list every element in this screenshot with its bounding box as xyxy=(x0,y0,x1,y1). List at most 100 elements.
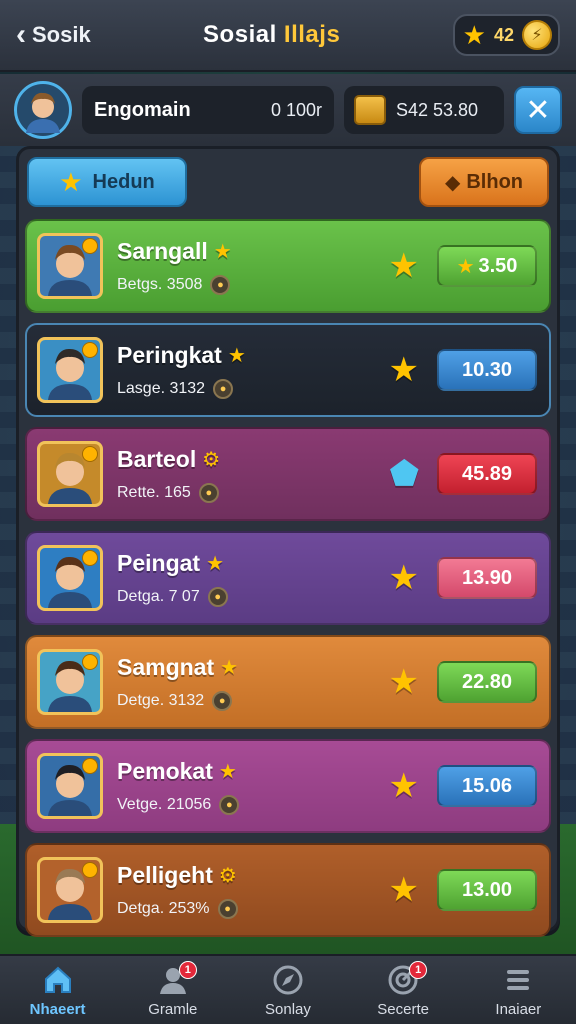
player-name: Barteol xyxy=(117,445,197,472)
gem-icon: ⬟ xyxy=(389,455,419,493)
row-value-button[interactable]: 10.30 xyxy=(437,349,537,391)
player-name: Peingat xyxy=(117,549,201,576)
player-stat: Vetge. 21056 xyxy=(117,795,212,813)
chevron-left-icon: ‹ xyxy=(16,18,26,51)
chest-value: S42 53.80 xyxy=(396,99,479,120)
rank-badge-icon xyxy=(82,342,98,358)
player-name-box: Engomain 0 100r xyxy=(82,86,334,134)
player-avatar xyxy=(37,649,103,715)
star-icon: ★ xyxy=(388,871,419,909)
rank-badge-icon xyxy=(82,238,98,254)
player-name: Samgnat xyxy=(117,653,215,680)
row-value: 10.30 xyxy=(461,358,513,381)
row-value-button[interactable]: 13.00 xyxy=(437,869,537,911)
leaderboard-row[interactable]: Pemokat ★ Vetge. 21056 ● ★ 15.06 xyxy=(25,739,551,833)
leaderboard-row[interactable]: Barteol ⚙ Rette. 165 ● ⬟ 45.89 xyxy=(25,427,551,521)
row-subline: Detge. 3132 ● xyxy=(117,690,389,711)
page-title: Sosial Illajs xyxy=(203,21,340,49)
filter-right-label: Blhon xyxy=(466,170,524,193)
player-points: 0 100r xyxy=(270,99,322,120)
back-button[interactable]: ‹ Sosik xyxy=(16,20,91,50)
notification-badge: 1 xyxy=(178,960,197,979)
filter-left-button[interactable]: ★ Hedun xyxy=(27,157,187,207)
nav-label: Nhaeert xyxy=(29,1000,86,1018)
avatar[interactable] xyxy=(14,81,72,139)
rank-badge-icon xyxy=(82,862,98,878)
leaderboard-row[interactable]: Peingat ★ Detga. 7 07 ● ★ 13.90 xyxy=(25,531,551,625)
coin-small-icon: ● xyxy=(217,898,238,919)
player-stat: Rette. 165 xyxy=(117,483,191,501)
row-name-line: Barteol ⚙ xyxy=(117,446,389,473)
star-icon: ★ xyxy=(220,656,239,679)
star-icon: ★ xyxy=(59,166,83,197)
filter-right-button[interactable]: ◆ Blhon xyxy=(419,157,549,207)
player-portrait-icon xyxy=(26,92,60,133)
filter-left-label: Hedun xyxy=(92,170,155,193)
coin-count: 42 xyxy=(493,24,514,45)
player-avatar xyxy=(37,337,103,403)
row-info: Pemokat ★ Vetge. 21056 ● xyxy=(117,758,389,815)
player-stat: Lasge. 3132 xyxy=(117,379,206,397)
row-value: 15.06 xyxy=(461,774,513,797)
row-subline: Detga. 7 07 ● xyxy=(117,586,389,607)
chest-balance[interactable]: S42 53.80 xyxy=(344,86,504,134)
rank-badge-icon xyxy=(82,550,98,566)
row-value-button[interactable]: ★ 3.50 xyxy=(437,245,537,287)
page-title-part2: Illajs xyxy=(283,21,341,48)
close-icon: ✕ xyxy=(525,93,551,127)
player-avatar xyxy=(37,441,103,507)
chest-icon xyxy=(354,95,386,125)
row-info: Pelligeht ⚙ Detga. 253% ● xyxy=(117,862,389,919)
star-icon: ★ xyxy=(388,559,419,597)
row-info: Barteol ⚙ Rette. 165 ● xyxy=(117,446,389,503)
nav-item-inaiaer[interactable]: Inaiaer xyxy=(468,963,568,1018)
leaderboard-row[interactable]: Pelligeht ⚙ Detga. 253% ● ★ 13.00 xyxy=(25,843,551,937)
coin-small-icon: ● xyxy=(210,274,231,295)
leaderboard-list: Sarngall ★ Betgs. 3508 ● ★ ★ 3.50 Pering… xyxy=(25,219,551,947)
gear-icon: ⚙ xyxy=(202,448,221,471)
bottom-navigation: Nhaeert Gramle 1 Sonlay Secerte 1 Inaiae… xyxy=(0,954,576,1024)
row-subline: Betgs. 3508 ● xyxy=(117,274,389,295)
row-name-line: Samgnat ★ xyxy=(117,654,389,681)
profile-bar: Engomain 0 100r S42 53.80 ✕ xyxy=(0,74,576,146)
coin-counter[interactable]: ★ 42 ⚡ xyxy=(452,14,560,56)
player-name: Pemokat xyxy=(117,757,213,784)
row-name-line: Pemokat ★ xyxy=(117,758,389,785)
player-name: Sarngall xyxy=(117,237,208,264)
row-value-button[interactable]: 13.90 xyxy=(437,557,537,599)
row-name-line: Peingat ★ xyxy=(117,550,389,577)
row-info: Sarngall ★ Betgs. 3508 ● xyxy=(117,238,389,295)
top-bar: ‹ Sosik Sosial Illajs ★ 42 ⚡ xyxy=(0,0,576,72)
star-icon: ★ xyxy=(206,552,225,575)
row-subline: Rette. 165 ● xyxy=(117,482,389,503)
close-button[interactable]: ✕ xyxy=(514,86,562,134)
nav-item-sonlay[interactable]: Sonlay xyxy=(238,963,338,1018)
coin-icon: ⚡ xyxy=(521,20,552,50)
row-subline: Lasge. 3132 ● xyxy=(117,378,389,399)
player-name: Peringkat xyxy=(117,341,222,368)
player-avatar xyxy=(37,233,103,299)
nav-item-gramle[interactable]: Gramle 1 xyxy=(123,960,223,1018)
row-value-button[interactable]: 22.80 xyxy=(437,661,537,703)
row-value-button[interactable]: 45.89 xyxy=(437,453,537,495)
home-icon xyxy=(41,963,75,997)
leaderboard-row[interactable]: Peringkat ★ Lasge. 3132 ● ★ 10.30 xyxy=(25,323,551,417)
row-value: 22.80 xyxy=(461,670,513,693)
nav-item-nhaeert[interactable]: Nhaeert xyxy=(8,963,108,1018)
player-name: Engomain xyxy=(94,98,191,121)
star-icon: ★ xyxy=(218,760,237,783)
diamond-icon: ◆ xyxy=(444,171,461,194)
player-stat: Detge. 3132 xyxy=(117,691,205,709)
row-value: 3.50 xyxy=(478,254,518,277)
star-icon: ★ xyxy=(388,351,419,389)
leaderboard-panel: ★ Hedun ◆ Blhon Sarngall ★ Betgs. 3508 ● xyxy=(16,146,560,937)
filter-row: ★ Hedun ◆ Blhon xyxy=(27,157,549,207)
row-info: Peringkat ★ Lasge. 3132 ● xyxy=(117,342,389,399)
star-icon: ★ xyxy=(462,19,486,50)
row-value-button[interactable]: 15.06 xyxy=(437,765,537,807)
row-subline: Vetge. 21056 ● xyxy=(117,794,389,815)
nav-item-secerte[interactable]: Secerte 1 xyxy=(353,960,453,1018)
leaderboard-row[interactable]: Samgnat ★ Detge. 3132 ● ★ 22.80 xyxy=(25,635,551,729)
back-label: Sosik xyxy=(32,22,91,47)
leaderboard-row[interactable]: Sarngall ★ Betgs. 3508 ● ★ ★ 3.50 xyxy=(25,219,551,313)
